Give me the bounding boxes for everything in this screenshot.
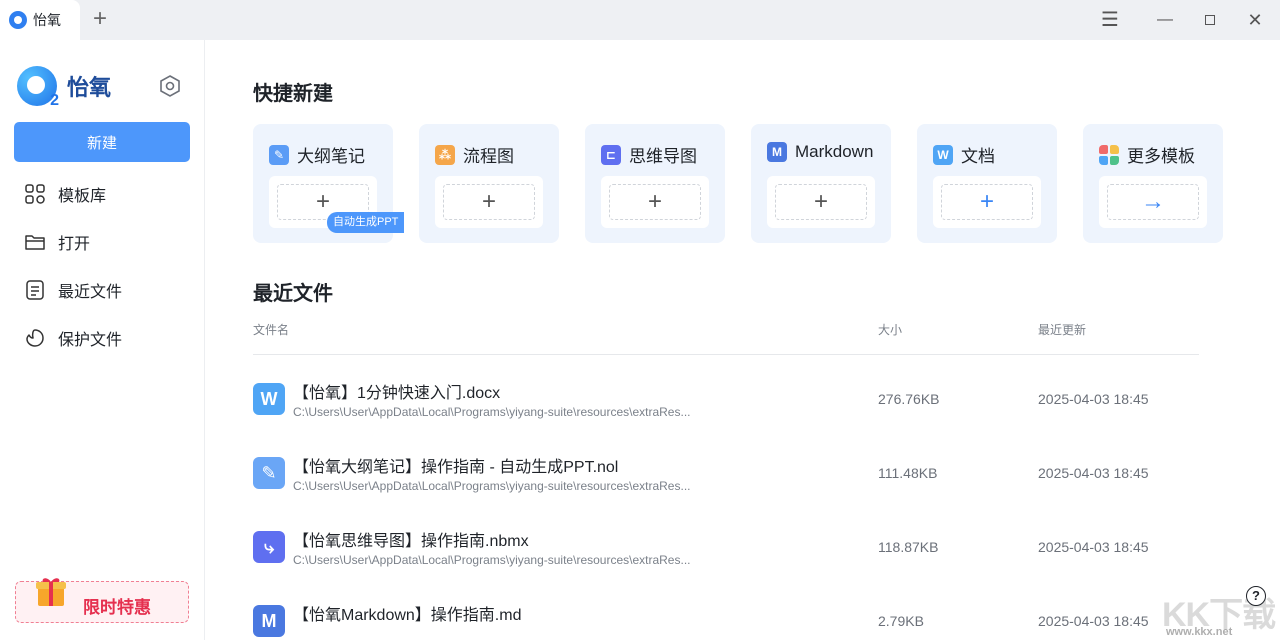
gift-icon bbox=[36, 578, 66, 606]
card-mindmap[interactable]: ⊏ 思维导图 + bbox=[585, 124, 725, 243]
flowchart-icon: ⁂ bbox=[435, 144, 455, 165]
file-path: C:\Users\User\AppData\Local\Programs\yiy… bbox=[293, 405, 691, 419]
card-flowchart[interactable]: ⁂ 流程图 + bbox=[419, 124, 559, 243]
card-label: 更多模板 bbox=[1127, 147, 1195, 166]
app-logo-icon bbox=[9, 11, 27, 29]
brand-name: 怡氧 bbox=[67, 75, 112, 100]
minimize-button[interactable]: — bbox=[1153, 8, 1177, 32]
card-label: 思维导图 bbox=[629, 147, 697, 166]
mindmap-file-icon: ⤷ bbox=[253, 531, 285, 563]
card-more-templates[interactable]: 更多模板 → bbox=[1083, 124, 1223, 243]
create-document-button[interactable]: + bbox=[941, 184, 1033, 220]
pen-icon: ✎ bbox=[269, 144, 289, 165]
file-name: 【怡氧】1分钟快速入门.docx bbox=[293, 385, 501, 402]
file-path: C:\Users\User\AppData\Local\Programs\yiy… bbox=[293, 479, 691, 493]
card-label: Markdown bbox=[795, 142, 874, 161]
table-row[interactable]: M 【怡氧Markdown】操作指南.md 2.79KB 2025-04-03 … bbox=[253, 601, 1199, 640]
card-document[interactable]: W 文档 + bbox=[917, 124, 1057, 243]
sidebar-item-protected[interactable]: 保护文件 bbox=[24, 324, 194, 352]
sidebar-item-templates[interactable]: 模板库 bbox=[24, 180, 194, 208]
markdown-file-icon: M bbox=[253, 605, 285, 637]
more-templates-button[interactable]: → bbox=[1107, 184, 1199, 220]
recent-files-title: 最近文件 bbox=[253, 283, 333, 305]
column-header-updated[interactable]: 最近更新 bbox=[1038, 321, 1086, 338]
document-icon bbox=[26, 280, 44, 300]
promo-banner[interactable]: 限时特惠 bbox=[15, 578, 189, 623]
card-outline-notes[interactable]: ✎ 大纲笔记 + 自动生成PPT bbox=[253, 124, 405, 243]
file-size: 111.48KB bbox=[878, 465, 938, 481]
title-bar: 怡氧 + ☰ — ✕ bbox=[0, 0, 1280, 40]
new-button[interactable]: 新建 bbox=[14, 122, 190, 162]
file-date: 2025-04-03 18:45 bbox=[1038, 613, 1149, 629]
brand-logo-text: 2 bbox=[50, 92, 59, 109]
word-file-icon: W bbox=[253, 383, 285, 415]
new-tab-button[interactable]: + bbox=[88, 7, 112, 32]
create-markdown-button[interactable]: + bbox=[775, 184, 867, 220]
file-size: 276.76KB bbox=[878, 391, 940, 407]
sidebar-item-label: 模板库 bbox=[58, 188, 107, 205]
table-row[interactable]: ✎ 【怡氧大纲笔记】操作指南 - 自动生成PPT.nol C:\Users\Us… bbox=[253, 453, 1199, 513]
file-date: 2025-04-03 18:45 bbox=[1038, 539, 1149, 555]
file-size: 118.87KB bbox=[878, 539, 939, 555]
card-markdown[interactable]: M Markdown + bbox=[751, 124, 891, 243]
create-flowchart-button[interactable]: + bbox=[443, 184, 535, 220]
brand: 2 怡氧 bbox=[17, 66, 112, 109]
grid-icon bbox=[25, 184, 45, 204]
sidebar-item-recent[interactable]: 最近文件 bbox=[24, 276, 194, 304]
shield-icon bbox=[26, 329, 44, 347]
file-path: C:\Users\User\AppData\Local\Programs\yiy… bbox=[293, 553, 691, 567]
outline-file-icon: ✎ bbox=[253, 457, 285, 489]
settings-icon[interactable] bbox=[158, 74, 182, 98]
sidebar-item-open[interactable]: 打开 bbox=[24, 228, 194, 256]
sidebar-item-label: 打开 bbox=[58, 236, 91, 253]
table-row[interactable]: W 【怡氧】1分钟快速入门.docx C:\Users\User\AppData… bbox=[253, 379, 1199, 439]
table-divider bbox=[253, 354, 1199, 355]
brand-logo-icon: 2 bbox=[17, 66, 59, 109]
help-button[interactable]: ? bbox=[1246, 586, 1266, 606]
maximize-icon bbox=[1205, 15, 1215, 25]
markdown-icon: M bbox=[767, 142, 787, 162]
file-name: 【怡氧大纲笔记】操作指南 - 自动生成PPT.nol bbox=[293, 459, 619, 476]
column-header-name[interactable]: 文件名 bbox=[253, 321, 289, 338]
card-label: 流程图 bbox=[463, 147, 514, 166]
promo-label: 限时特惠 bbox=[83, 598, 151, 617]
file-name: 【怡氧Markdown】操作指南.md bbox=[293, 607, 522, 624]
file-date: 2025-04-03 18:45 bbox=[1038, 391, 1149, 407]
create-mindmap-button[interactable]: + bbox=[609, 184, 701, 220]
auto-ppt-badge[interactable]: 自动生成PPT bbox=[327, 212, 405, 233]
sidebar-item-label: 保护文件 bbox=[58, 332, 123, 349]
maximize-button[interactable] bbox=[1198, 8, 1222, 32]
mindmap-icon: ⊏ bbox=[601, 144, 621, 165]
menu-button[interactable]: ☰ bbox=[1098, 8, 1122, 32]
word-icon: W bbox=[933, 144, 953, 165]
file-size: 2.79KB bbox=[878, 613, 924, 629]
sidebar-item-label: 最近文件 bbox=[58, 284, 123, 301]
file-name: 【怡氧思维导图】操作指南.nbmx bbox=[293, 533, 529, 550]
close-button[interactable]: ✕ bbox=[1243, 8, 1267, 32]
card-label: 大纲笔记 bbox=[297, 147, 365, 166]
column-header-size[interactable]: 大小 bbox=[878, 321, 902, 338]
templates-icon bbox=[1099, 144, 1119, 165]
file-date: 2025-04-03 18:45 bbox=[1038, 465, 1149, 481]
sidebar: 2 怡氧 新建 模板库 打开 最近文件 保护文件 限时特惠 bbox=[0, 40, 205, 640]
tab-home[interactable]: 怡氧 bbox=[0, 0, 80, 40]
card-label: 文档 bbox=[961, 147, 995, 166]
quick-create-title: 快捷新建 bbox=[253, 83, 333, 105]
tab-label: 怡氧 bbox=[33, 12, 61, 28]
folder-icon bbox=[25, 235, 45, 250]
watermark-url: www.kkx.net bbox=[1166, 626, 1233, 638]
table-row[interactable]: ⤷ 【怡氧思维导图】操作指南.nbmx C:\Users\User\AppDat… bbox=[253, 527, 1199, 587]
